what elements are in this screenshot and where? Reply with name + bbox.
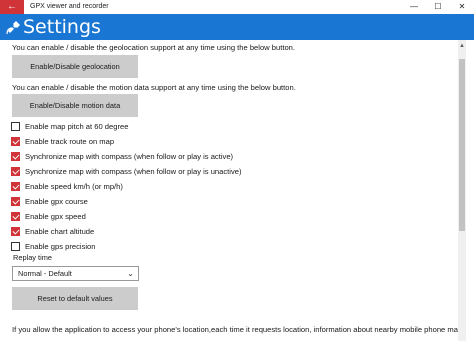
option-label: Enable track route on map — [25, 136, 115, 146]
vertical-scrollbar[interactable]: ▲ — [458, 40, 466, 341]
minimize-button[interactable]: — — [402, 0, 426, 14]
geolocation-info-text: You can enable / disable the geolocation… — [12, 43, 295, 52]
checkbox[interactable] — [11, 226, 20, 236]
reset-defaults-button[interactable]: Reset to default values — [12, 287, 138, 310]
option-label: Synchronize map with compass (when follo… — [25, 166, 242, 176]
option-label: Enable chart altitude — [25, 226, 95, 236]
checkbox[interactable] — [11, 136, 20, 146]
maximize-icon: ☐ — [434, 2, 442, 11]
option-label: Enable speed km/h (or mp/h) — [25, 181, 123, 191]
scroll-up-icon[interactable]: ▲ — [458, 42, 466, 50]
option-sync-compass-unactive[interactable]: Synchronize map with compass (when follo… — [11, 165, 242, 177]
replay-time-value: Normal - Default — [18, 269, 72, 278]
toggle-geolocation-button[interactable]: Enable/Disable geolocation — [12, 55, 138, 78]
privacy-info-text: If you allow the application to access y… — [12, 325, 458, 334]
page-header: Settings — [0, 14, 474, 40]
settings-content: You can enable / disable the geolocation… — [0, 40, 458, 341]
minimize-icon: — — [410, 2, 418, 11]
option-sync-compass-active[interactable]: Synchronize map with compass (when follo… — [11, 150, 233, 162]
motion-info-text: You can enable / disable the motion data… — [12, 83, 296, 92]
checkbox[interactable] — [11, 151, 20, 161]
option-chart-altitude[interactable]: Enable chart altitude — [11, 225, 94, 237]
option-gpx-course[interactable]: Enable gpx course — [11, 195, 88, 207]
option-label: Synchronize map with compass (when follo… — [25, 151, 234, 161]
close-icon: ✕ — [458, 2, 466, 11]
scrollbar-thumb[interactable] — [459, 59, 465, 231]
back-arrow-icon: ← — [7, 1, 17, 12]
checkbox[interactable] — [11, 196, 20, 206]
replay-time-label: Replay time — [13, 253, 53, 262]
maximize-button[interactable]: ☐ — [426, 0, 450, 14]
option-gpx-speed[interactable]: Enable gpx speed — [11, 210, 86, 222]
option-label: Enable map pitch at 60 degree — [25, 121, 129, 131]
satellite-icon — [6, 21, 20, 35]
checkbox[interactable] — [11, 211, 20, 221]
close-button[interactable]: ✕ — [450, 0, 474, 14]
window-title: GPX viewer and recorder — [30, 3, 109, 10]
toggle-motion-data-button[interactable]: Enable/Disable motion data — [12, 94, 138, 117]
checkbox[interactable] — [11, 181, 20, 191]
title-bar: ← GPX viewer and recorder — ☐ ✕ — [0, 0, 474, 14]
checkbox[interactable] — [11, 121, 20, 131]
option-speed-units[interactable]: Enable speed km/h (or mp/h) — [11, 180, 123, 192]
option-label: Enable gps precision — [25, 241, 96, 251]
option-label: Enable gpx course — [25, 196, 88, 206]
option-label: Enable gpx speed — [25, 211, 86, 221]
option-track-route[interactable]: Enable track route on map — [11, 135, 114, 147]
checkbox[interactable] — [11, 241, 20, 251]
option-map-pitch[interactable]: Enable map pitch at 60 degree — [11, 120, 128, 132]
option-gps-precision[interactable]: Enable gps precision — [11, 240, 96, 252]
page-title: Settings — [23, 16, 101, 38]
back-button[interactable]: ← — [0, 0, 24, 14]
replay-time-select[interactable]: Normal - Default ⌄ — [12, 266, 139, 281]
chevron-down-icon: ⌄ — [127, 269, 134, 278]
checkbox[interactable] — [11, 166, 20, 176]
